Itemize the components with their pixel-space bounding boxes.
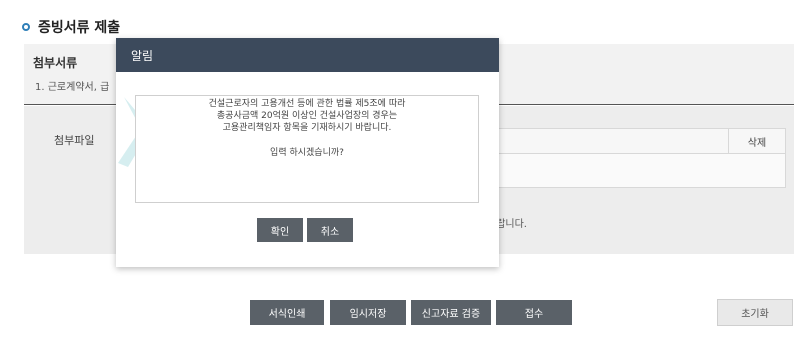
dialog-title: 알림 <box>131 48 154 63</box>
message-line-3: 고용관리책임자 항목을 기재하시기 바랍니다. <box>222 123 392 133</box>
message-question: 입력 하시겠습니까? <box>270 148 344 158</box>
delete-column-header: 삭제 <box>728 129 785 153</box>
dialog-header: 알림 <box>116 38 499 72</box>
section-title-text: 증빙서류 제출 <box>38 20 121 36</box>
print-form-button[interactable]: 서식인쇄 <box>250 300 324 325</box>
message-line-1: 건설근로자의 고용개선 등에 관한 법률 제5조에 따라 <box>208 99 406 109</box>
verify-report-button[interactable]: 신고자료 검증 <box>411 300 491 325</box>
file-label: 첨부파일 <box>54 134 95 147</box>
submit-button[interactable]: 접수 <box>496 300 572 325</box>
attachment-title: 첨부서류 <box>33 56 78 70</box>
section-title: 증빙서류 제출 <box>22 16 120 38</box>
temp-save-button[interactable]: 임시저장 <box>330 300 406 325</box>
file-table: 삭제 <box>484 128 786 188</box>
confirm-button[interactable]: 확인 <box>257 218 303 242</box>
alert-dialog: 알림 건설근로자의 고용개선 등에 관한 법률 제5조에 따라 총공사금액 20… <box>116 38 499 267</box>
bullet-circle-icon <box>22 23 30 31</box>
file-table-header: 삭제 <box>485 129 785 154</box>
message-line-2: 총공사금액 20억원 이상인 건설사업장의 경우는 <box>216 111 398 121</box>
attachment-description: 1. 근로계약서, 급 <box>35 82 110 93</box>
reset-button[interactable]: 초기화 <box>717 299 793 326</box>
cancel-button[interactable]: 취소 <box>307 218 353 242</box>
dialog-message-box: 건설근로자의 고용개선 등에 관한 법률 제5조에 따라 총공사금액 20억원 … <box>135 95 479 203</box>
